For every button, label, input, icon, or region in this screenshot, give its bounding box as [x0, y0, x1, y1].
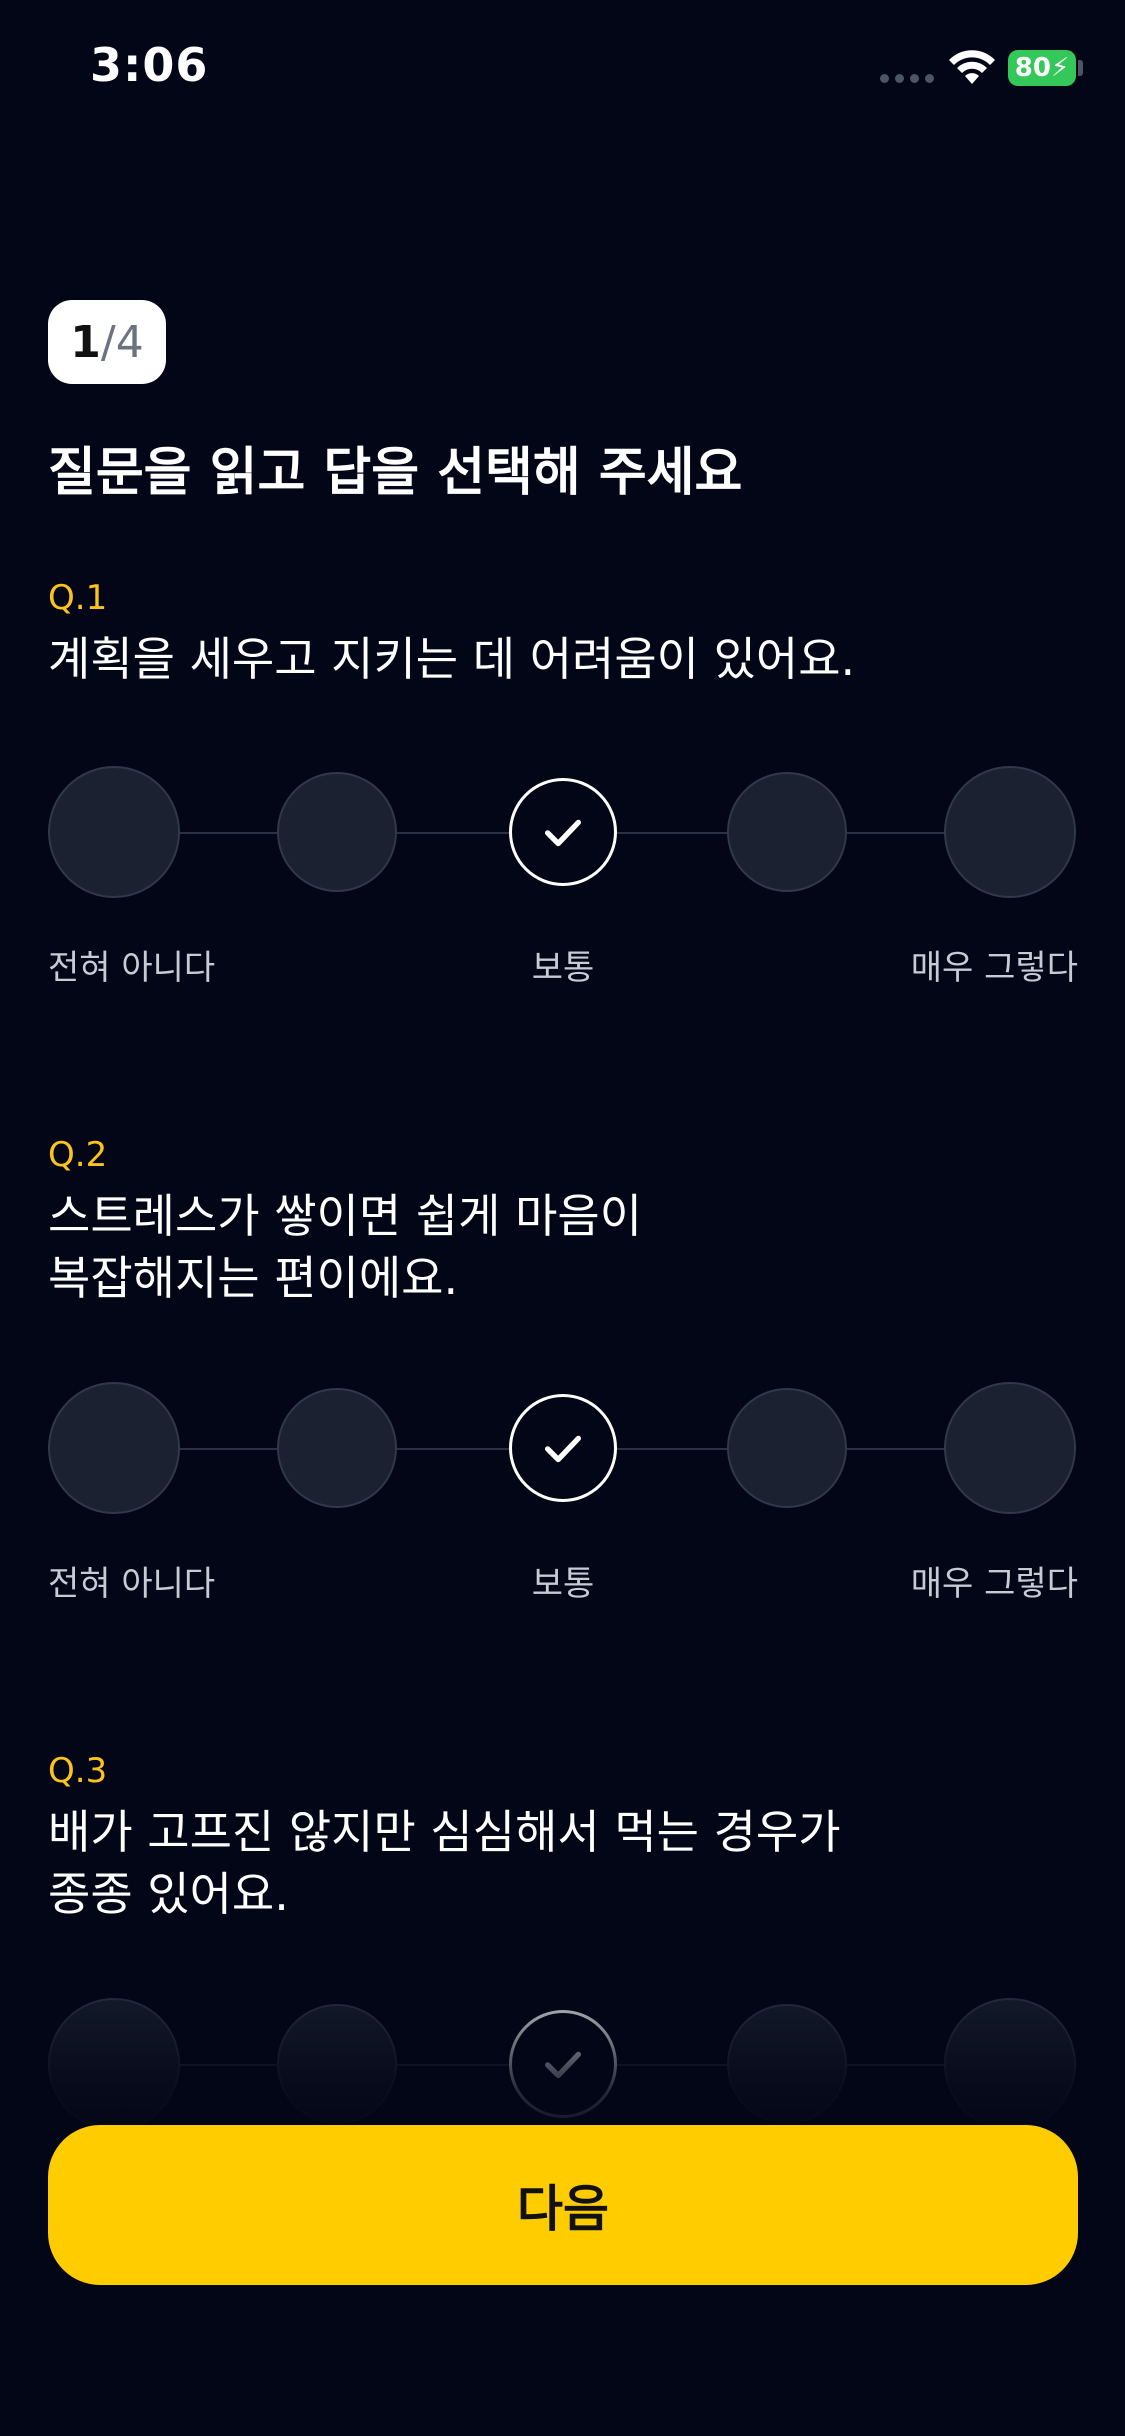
scale-label-right: 매우 그렇다 — [910, 948, 1078, 988]
page-title: 질문을 읽고 답을 선택해 주세요 — [48, 443, 743, 503]
charging-bolt-icon: ⚡ — [1050, 53, 1070, 83]
question-text: 계획을 세우고 지키는 데 어려움이 있어요. — [48, 632, 856, 686]
step-separator: / — [100, 316, 116, 368]
question-3: Q.3 배가 고프진 않지만 심심해서 먹는 경우가 종종 있어요. — [48, 1751, 1078, 1925]
scale-option-4[interactable] — [727, 1388, 847, 1508]
check-icon — [544, 1435, 582, 1463]
scale-label-middle: 보통 — [531, 1564, 595, 1604]
scale-labels-q1: 전혀 아니다 보통 매우 그렇다 — [48, 940, 1078, 990]
scale-label-left: 전혀 아니다 — [48, 948, 216, 988]
status-bar: 3:06 80 ⚡ — [0, 0, 1125, 140]
answer-scale-q2 — [48, 1378, 1078, 1518]
next-button[interactable]: 다음 — [48, 2125, 1078, 2285]
cellular-signal-icon — [880, 74, 934, 83]
status-time: 3:06 — [90, 38, 209, 92]
scale-option-5[interactable] — [944, 766, 1076, 898]
step-total: 4 — [115, 316, 144, 368]
scale-option-4[interactable] — [727, 2004, 847, 2124]
scale-labels-q2: 전혀 아니다 보통 매우 그렇다 — [48, 1556, 1078, 1606]
scale-option-5[interactable] — [944, 1382, 1076, 1514]
question-number: Q.3 — [48, 1751, 108, 1791]
question-number: Q.1 — [48, 578, 108, 618]
answer-scale-q1 — [48, 762, 1078, 902]
scale-option-1[interactable] — [48, 766, 180, 898]
wifi-icon — [949, 50, 995, 84]
scale-option-3[interactable] — [509, 2010, 617, 2118]
scale-label-right: 매우 그렇다 — [910, 1564, 1078, 1604]
answer-scale-q3 — [48, 1994, 1078, 2134]
question-text: 배가 고프진 않지만 심심해서 먹는 경우가 종종 있어요. — [48, 1805, 841, 1921]
scale-option-5[interactable] — [944, 1998, 1076, 2130]
step-current: 1 — [70, 316, 101, 368]
check-icon — [544, 819, 582, 847]
battery-tip-icon — [1078, 60, 1083, 76]
scale-option-3[interactable] — [509, 778, 617, 886]
scale-label-middle: 보통 — [531, 948, 595, 988]
battery-indicator: 80 ⚡ — [1008, 50, 1076, 86]
scale-option-1[interactable] — [48, 1998, 180, 2130]
question-text: 스트레스가 쌓이면 쉽게 마음이 복잡해지는 편이에요. — [48, 1189, 643, 1305]
scale-option-3[interactable] — [509, 1394, 617, 1502]
step-indicator: 1/4 — [48, 300, 166, 384]
question-number: Q.2 — [48, 1135, 108, 1175]
scale-option-2[interactable] — [277, 2004, 397, 2124]
check-icon — [544, 2051, 582, 2079]
scale-option-2[interactable] — [277, 1388, 397, 1508]
scale-option-2[interactable] — [277, 772, 397, 892]
scale-option-1[interactable] — [48, 1382, 180, 1514]
battery-level: 80 — [1014, 53, 1051, 83]
scale-label-left: 전혀 아니다 — [48, 1564, 216, 1604]
question-2: Q.2 스트레스가 쌓이면 쉽게 마음이 복잡해지는 편이에요. — [48, 1135, 1078, 1309]
scale-option-4[interactable] — [727, 772, 847, 892]
question-1: Q.1 계획을 세우고 지키는 데 어려움이 있어요. — [48, 578, 1078, 690]
